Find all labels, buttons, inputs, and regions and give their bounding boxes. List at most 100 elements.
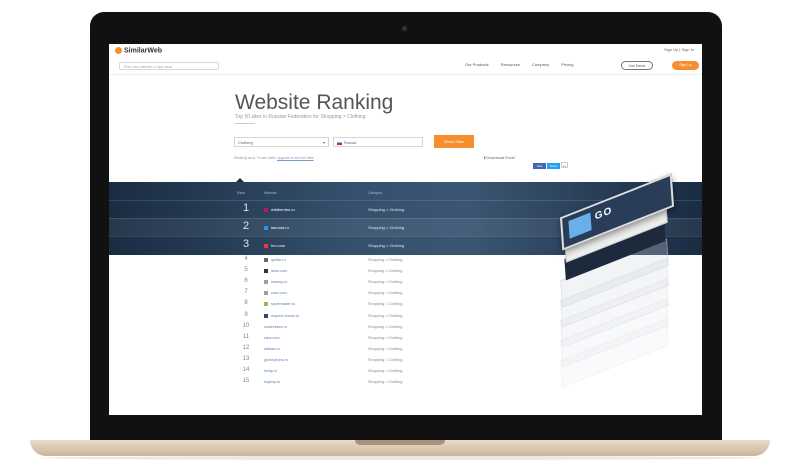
favicon-icon	[264, 207, 268, 212]
column-header-rank[interactable]: Rank	[237, 191, 245, 195]
share-count: 0+	[561, 162, 568, 168]
category-select[interactable]: Clothing ▾	[234, 137, 329, 147]
site-category: Shopping > Clothing	[368, 302, 403, 307]
laptop-notch	[355, 440, 445, 445]
site-link[interactable]: hm.com	[264, 243, 285, 248]
rank-number: 9	[244, 311, 248, 318]
column-header-website[interactable]: Website	[264, 191, 277, 195]
site-link[interactable]: rusdresses.ru	[264, 325, 287, 329]
site-link[interactable]: incity.ru	[264, 369, 277, 373]
live-demo-button[interactable]: Live Demo	[621, 61, 653, 70]
page-subtitle: Top 50 sites in Russian Federation for S…	[235, 114, 366, 120]
favicon-icon	[264, 225, 268, 230]
site-link[interactable]: respect-shoes.ru	[264, 313, 300, 318]
nav-pricing[interactable]: Pricing	[561, 62, 573, 67]
show-sites-button[interactable]: Show Sites	[434, 135, 474, 148]
rank-number: 10	[242, 322, 250, 329]
rank-number: 5	[244, 267, 248, 274]
rank-number: 11	[242, 333, 250, 340]
site-link[interactable]: quelle.ru	[264, 258, 286, 262]
site-category: Shopping > Clothing	[368, 380, 403, 385]
site-link[interactable]: zara.com	[264, 336, 280, 340]
site-link[interactable]: sportmaster.ru	[264, 302, 296, 307]
nav-company[interactable]: Company	[532, 62, 549, 67]
rank-number: 3	[243, 238, 250, 250]
facebook-like-button[interactable]: Like	[533, 163, 546, 169]
upgrade-link[interactable]: upgrade to see full data	[277, 156, 314, 160]
nav-our-products[interactable]: Our Products	[465, 62, 489, 67]
laptop-shadow	[40, 456, 760, 460]
tweet-button[interactable]: Tweet	[547, 163, 560, 169]
rank-number: 14	[242, 367, 250, 373]
site-link[interactable]: gloria-jeans.ru	[264, 358, 288, 362]
site-name: quelle.ru	[271, 258, 286, 262]
site-name: zara.com	[264, 335, 280, 340]
site-category: Shopping > Clothing	[368, 269, 403, 274]
rank-number: 12	[242, 344, 250, 351]
favicon-icon	[264, 243, 268, 248]
site-link[interactable]: asos.com	[264, 269, 287, 274]
camera-icon	[402, 26, 407, 31]
notice-label: Ranking as is. To see data:	[234, 156, 276, 160]
site-link[interactable]: mamsy.ru	[264, 280, 288, 285]
flag-icon	[337, 140, 342, 145]
column-header-category[interactable]: Category	[368, 191, 382, 195]
site-name: mamsy.ru	[271, 280, 288, 285]
category-select-value: Clothing	[238, 140, 253, 145]
site-link[interactable]: adidas.ru	[264, 347, 280, 351]
chevron-down-icon: ▾	[322, 140, 325, 145]
rank-number: 4	[244, 256, 248, 262]
page-title: Website Ranking	[235, 91, 394, 114]
favicon-icon	[264, 258, 268, 262]
nav-resources[interactable]: Resources	[501, 62, 520, 67]
site-category: Shopping > Clothing	[368, 243, 405, 248]
top-bar: SimilarWeb Sign Up | Sign In Enter any w…	[109, 44, 702, 75]
site-link[interactable]: wildberries.ru	[264, 207, 295, 212]
site-link[interactable]: lamoda.ru	[264, 225, 289, 230]
main-nav: Our Products Resources Company Pricing	[465, 62, 584, 67]
rank-number: 13	[242, 355, 250, 362]
rank-number: 8	[244, 300, 248, 307]
site-name: sportmaster.ru	[271, 302, 296, 307]
rank-number: 1	[243, 202, 250, 214]
rank-number: 7	[244, 289, 248, 296]
favicon-icon	[264, 291, 268, 296]
mockup-card-graphic: GO	[594, 204, 613, 223]
site-category: Shopping > Clothing	[368, 225, 405, 230]
download-label: Download Excel	[486, 155, 516, 160]
site-name: respect-shoes.ru	[271, 313, 300, 318]
logo[interactable]: SimilarWeb	[115, 47, 162, 54]
country-select[interactable]: Russia	[333, 137, 423, 147]
site-name: gloria-jeans.ru	[264, 357, 289, 362]
logo-icon	[115, 47, 122, 54]
rank-number: 2	[243, 220, 250, 232]
site-category: Shopping > Clothing	[368, 280, 403, 285]
notice-text: Ranking as is. To see data: upgrade to s…	[234, 156, 314, 160]
laptop-screen: SimilarWeb Sign Up | Sign In Enter any w…	[109, 44, 702, 415]
site-category: Shopping > Clothing	[368, 357, 403, 362]
country-select-value: Russia	[344, 140, 357, 145]
site-category: Shopping > Clothing	[368, 207, 405, 212]
site-category: Shopping > Clothing	[368, 335, 403, 340]
account-links[interactable]: Sign Up | Sign In	[664, 47, 694, 52]
favicon-icon	[264, 280, 268, 285]
site-name: adidas.ru	[264, 346, 280, 351]
signup-button[interactable]: Sign Up	[672, 61, 699, 70]
search-input[interactable]: Enter any website or app name	[119, 62, 219, 70]
download-excel-link[interactable]: ⬇Download Excel	[483, 155, 515, 160]
site-category: Shopping > Clothing	[368, 324, 403, 329]
site-category: Shopping > Clothing	[368, 346, 403, 351]
site-category: Shopping > Clothing	[368, 258, 403, 262]
title-divider	[235, 123, 255, 124]
site-name: zara.com	[271, 291, 287, 296]
logo-text: SimilarWeb	[124, 47, 162, 55]
site-name: lamoda.ru	[271, 225, 289, 230]
mockup-card-image	[568, 212, 592, 239]
rank-number: 15	[242, 378, 250, 385]
site-link[interactable]: kupivip.ru	[264, 380, 280, 384]
favicon-icon	[264, 269, 268, 274]
site-name: hm.com	[271, 243, 286, 248]
site-category: Shopping > Clothing	[368, 313, 403, 318]
site-name: kupivip.ru	[264, 380, 281, 385]
site-link[interactable]: zara.com	[264, 291, 287, 296]
